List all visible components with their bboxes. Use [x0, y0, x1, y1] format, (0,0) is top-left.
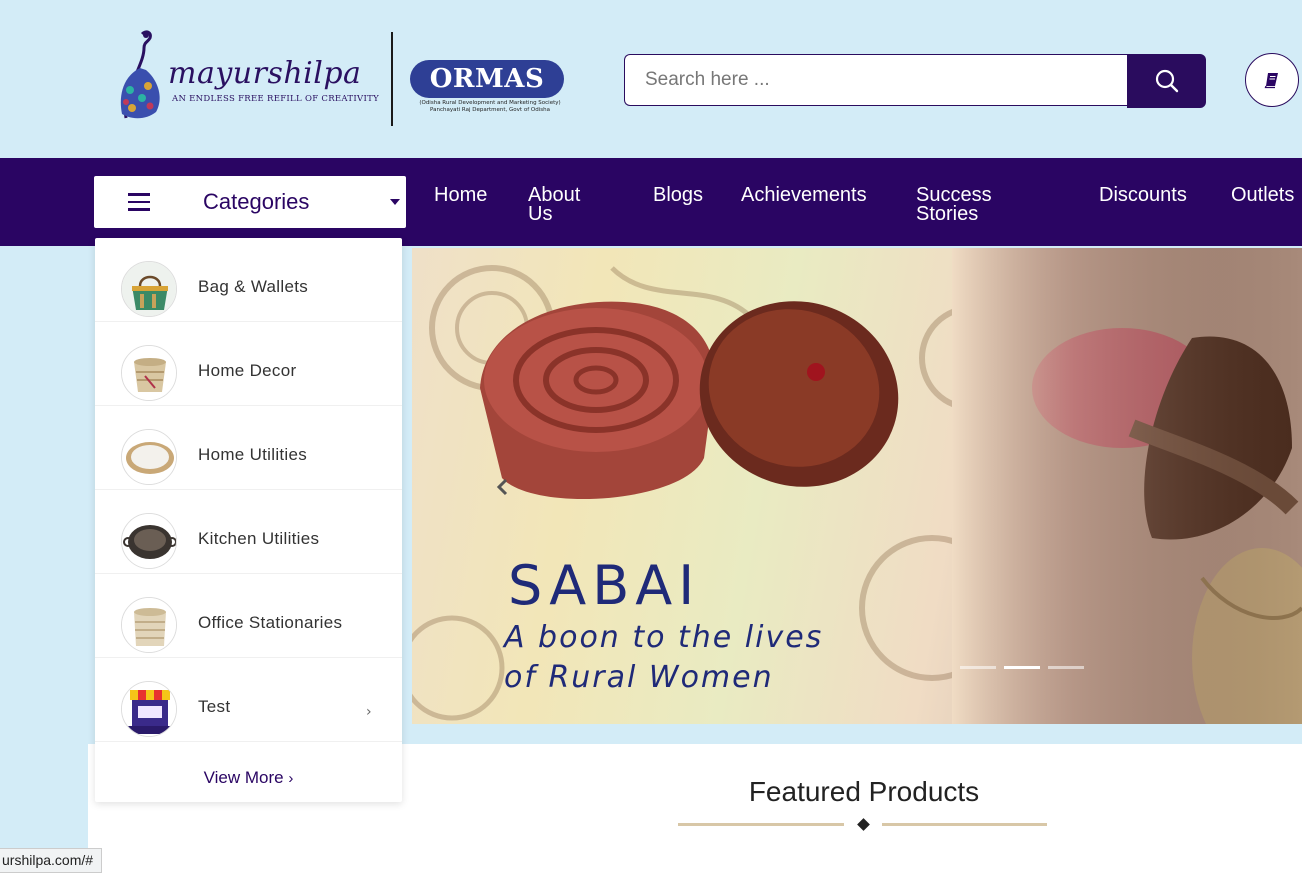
category-thumb [121, 513, 177, 569]
search-input[interactable] [624, 54, 1127, 106]
category-item-home-decor[interactable]: Home Decor [95, 322, 402, 406]
partner-subtitle-line-1: (Odisha Rural Development and Marketing … [419, 100, 561, 106]
nav-item-blogs[interactable]: Blogs [653, 185, 703, 205]
category-thumb [121, 597, 177, 653]
store-image [122, 682, 176, 736]
nav-item-about-us[interactable]: About Us [528, 185, 598, 224]
hero-subtitle-line-1: A boon to the lives [504, 620, 824, 655]
basket-image [122, 346, 176, 400]
categories-button[interactable]: Categories [94, 176, 406, 228]
hero-slider[interactable]: SABAI A boon to the lives of Rural Women [412, 248, 1302, 724]
partner-subtitle: (Odisha Rural Development and Marketing … [415, 100, 565, 114]
view-more-label: View More [203, 768, 284, 787]
brand-name: mayurshilpa [168, 56, 362, 91]
view-more-link[interactable]: View More › [95, 768, 402, 788]
main-nav: Categories Home About Us Blogs Achieveme… [0, 158, 1302, 246]
carousel-dot-3[interactable] [1048, 666, 1084, 669]
carousel-dot-1[interactable] [960, 666, 996, 669]
weaver-hands-image [952, 248, 1302, 724]
carousel-prev-icon[interactable] [496, 478, 510, 496]
category-label: Kitchen Utilities [198, 529, 320, 548]
category-item-office-stationaries[interactable]: Office Stationaries [95, 574, 402, 658]
logo-divider [391, 32, 393, 126]
category-thumb [121, 429, 177, 485]
category-label: Bag & Wallets [198, 277, 309, 296]
nav-item-outlets[interactable]: Outlets [1231, 185, 1294, 205]
pen-stand-image [122, 598, 176, 652]
category-label: Test [198, 697, 231, 716]
categories-label: Categories [203, 189, 310, 214]
book-icon [1264, 73, 1278, 89]
catalog-button[interactable] [1245, 53, 1299, 107]
partner-subtitle-line-2: Panchayati Raj Department, Govt of Odish… [430, 107, 550, 113]
search-button[interactable] [1127, 54, 1206, 108]
caret-down-icon [390, 199, 400, 205]
chevron-right-icon[interactable]: › [366, 704, 372, 720]
status-bar-url: urshilpa.com/# [0, 848, 103, 873]
peacock-logo-icon [120, 30, 160, 119]
brand-tagline: An Endless Free Refill of Creativity [172, 94, 379, 104]
carousel-dot-2[interactable] [1004, 666, 1040, 669]
nav-item-success-stories[interactable]: Success Stories [916, 185, 1006, 224]
featured-divider-right [882, 823, 1047, 826]
sabai-basket-image [480, 301, 899, 500]
diamond-icon [857, 818, 870, 831]
category-item-test[interactable]: Test › [95, 658, 402, 742]
search-icon [1155, 69, 1178, 93]
category-thumb [121, 345, 177, 401]
categories-dropdown: Bag & Wallets Home Decor Home Utilities [95, 238, 402, 802]
category-label: Home Utilities [198, 445, 308, 464]
category-item-kitchen-utilities[interactable]: Kitchen Utilities [95, 490, 402, 574]
partner-logo: ORMAS [410, 60, 564, 98]
search-bar [624, 54, 1206, 108]
bag-image [122, 262, 176, 316]
category-thumb [121, 261, 177, 317]
featured-divider-left [678, 823, 844, 826]
nav-item-discounts[interactable]: Discounts [1099, 185, 1187, 205]
kadai-image [122, 514, 176, 568]
hero-subtitle-line-2: of Rural Women [504, 660, 774, 695]
site-header: mayurshilpa An Endless Free Refill of Cr… [0, 0, 1302, 158]
category-thumb [121, 681, 177, 737]
logo-area[interactable]: mayurshilpa An Endless Free Refill of Cr… [112, 28, 572, 130]
hero-title: SABAI [508, 554, 701, 617]
nav-item-home[interactable]: Home [434, 185, 487, 205]
chevron-right-icon: › [288, 770, 294, 787]
hamburger-icon [128, 193, 150, 211]
nav-item-achievements[interactable]: Achievements [741, 185, 867, 205]
tray-image [122, 430, 176, 484]
category-item-bag-wallets[interactable]: Bag & Wallets [95, 238, 402, 322]
category-item-home-utilities[interactable]: Home Utilities [95, 406, 402, 490]
category-label: Office Stationaries [198, 613, 343, 632]
category-label: Home Decor [198, 361, 297, 380]
